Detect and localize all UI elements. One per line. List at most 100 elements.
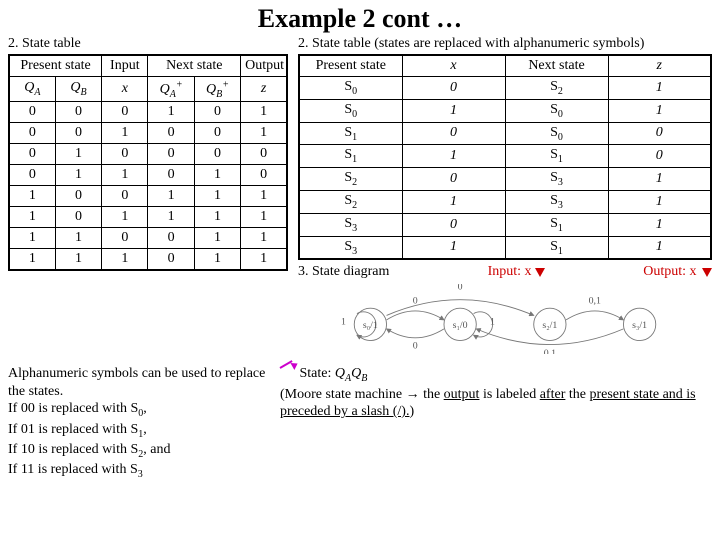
table-cell: 0: [55, 207, 101, 228]
hdr-qbp: QB+: [194, 77, 240, 102]
hdr-qa: QA: [9, 77, 55, 102]
foot-l1: If 00 is replaced with S0,: [8, 400, 268, 420]
table-cell: S2: [299, 168, 402, 191]
table-cell: 1: [148, 186, 194, 207]
hdr-qap: QA+: [148, 77, 194, 102]
hdr-z: z: [241, 77, 287, 102]
table-cell: 1: [241, 123, 287, 144]
table-cell: 1: [55, 249, 101, 271]
table-cell: 0: [9, 165, 55, 186]
table-cell: 0: [102, 102, 148, 123]
table-cell: 1: [148, 207, 194, 228]
table-cell: S1: [299, 122, 402, 145]
table-cell: S0: [299, 99, 402, 122]
table-cell: 1: [194, 186, 240, 207]
table-cell: 1: [9, 186, 55, 207]
table-cell: 0: [402, 77, 505, 100]
table-cell: 0: [402, 122, 505, 145]
moore-note: (Moore state machine → the output is lab…: [280, 386, 712, 421]
svg-text:1: 1: [490, 317, 495, 328]
table-cell: 1: [194, 228, 240, 249]
svg-text:1: 1: [341, 317, 346, 328]
table-cell: 0: [194, 123, 240, 144]
table-cell: 0: [241, 144, 287, 165]
footer-right: State: QAQB (Moore state machine → the o…: [280, 365, 712, 481]
hdr-output: Output: [241, 55, 287, 77]
table-cell: 0: [148, 144, 194, 165]
table-cell: S1: [505, 145, 608, 168]
left-state-table: Present state Input Next state Output QA…: [8, 54, 288, 271]
table-cell: 1: [608, 168, 711, 191]
table-cell: S3: [299, 213, 402, 236]
table-cell: 1: [194, 207, 240, 228]
table-cell: 1: [241, 207, 287, 228]
table-cell: S2: [505, 77, 608, 100]
table-cell: 1: [9, 207, 55, 228]
table-cell: 1: [55, 165, 101, 186]
table-cell: 1: [194, 249, 240, 271]
table-cell: 0: [102, 144, 148, 165]
table-cell: 1: [241, 228, 287, 249]
table-cell: 1: [608, 190, 711, 213]
svg-text:0,1: 0,1: [544, 348, 556, 354]
table-cell: 0: [102, 186, 148, 207]
table-cell: 0: [148, 228, 194, 249]
arrow-down-icon: [535, 268, 545, 277]
table-cell: 1: [9, 228, 55, 249]
table-cell: 1: [241, 102, 287, 123]
svg-text:0,1: 0,1: [589, 296, 601, 307]
hdr-present: Present state: [9, 55, 102, 77]
table-cell: 1: [608, 213, 711, 236]
table-cell: S1: [299, 145, 402, 168]
output-label: Output: x: [643, 264, 712, 280]
svg-text:s₁/0: s₁/0: [453, 320, 468, 331]
foot-l3: If 10 is replaced with S2, and: [8, 441, 268, 461]
table-cell: 1: [402, 190, 505, 213]
table-cell: 0: [9, 144, 55, 165]
table-cell: 1: [102, 249, 148, 271]
foot-l4: If 11 is replaced with S3: [8, 461, 268, 481]
table-cell: S3: [299, 236, 402, 259]
table-cell: 0: [148, 249, 194, 271]
table-cell: 0: [194, 102, 240, 123]
state-diagram: s₀/1 s₁/0 s₂/1 s₃/1 1 1 0 0 0 0,1 0,1: [298, 284, 712, 354]
table-cell: 0: [102, 228, 148, 249]
hdr-next: Next state: [148, 55, 241, 77]
table-cell: 1: [9, 249, 55, 271]
table-cell: 0: [194, 144, 240, 165]
left-caption: 2. State table: [8, 36, 288, 52]
table-cell: 1: [402, 99, 505, 122]
footer-left: Alphanumeric symbols can be used to repl…: [8, 365, 268, 481]
svg-text:0: 0: [458, 284, 463, 292]
hdr-x: x: [102, 77, 148, 102]
table-cell: S0: [505, 122, 608, 145]
table-cell: 1: [102, 165, 148, 186]
table-cell: 1: [102, 207, 148, 228]
hdr2-x: x: [402, 55, 505, 77]
table-cell: S1: [505, 236, 608, 259]
table-cell: 1: [608, 236, 711, 259]
table-cell: 1: [608, 77, 711, 100]
hdr2-present: Present state: [299, 55, 402, 77]
state-label: State: QAQB: [280, 365, 712, 385]
table-cell: 1: [102, 123, 148, 144]
svg-text:s₀/1: s₀/1: [363, 320, 378, 331]
arrow-diag-icon: [280, 367, 296, 377]
input-label: Input: x: [488, 264, 545, 280]
table-cell: 0: [608, 122, 711, 145]
sd-label: 3. State diagram: [298, 264, 389, 280]
svg-text:0: 0: [413, 296, 418, 307]
table-cell: 0: [241, 165, 287, 186]
foot-l2: If 01 is replaced with S1,: [8, 421, 268, 441]
table-cell: 0: [55, 186, 101, 207]
table-cell: 0: [9, 102, 55, 123]
table-cell: 0: [148, 123, 194, 144]
table-cell: S3: [505, 168, 608, 191]
hdr2-z: z: [608, 55, 711, 77]
right-state-table: Present state x Next state z S00S21S01S0…: [298, 54, 712, 260]
table-cell: 0: [402, 168, 505, 191]
table-cell: 0: [148, 165, 194, 186]
table-cell: 1: [402, 236, 505, 259]
hdr-qb: QB: [55, 77, 101, 102]
svg-text:s₃/1: s₃/1: [632, 320, 647, 331]
